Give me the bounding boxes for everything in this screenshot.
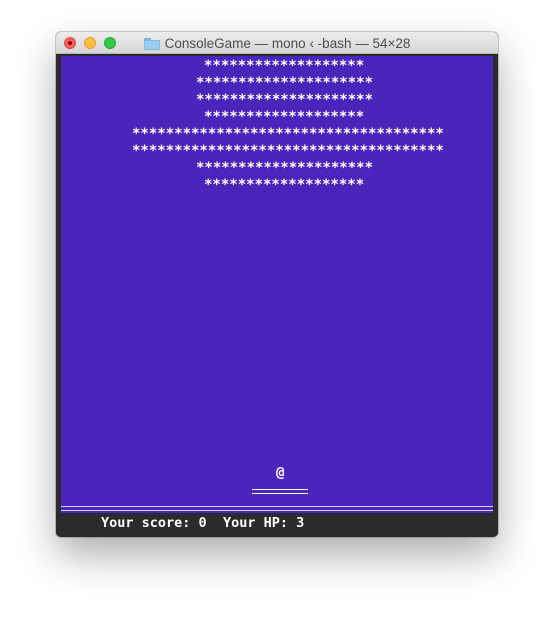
brick-row: ******************* bbox=[204, 109, 365, 125]
brick-row: ********************* bbox=[196, 92, 374, 108]
window-title: ConsoleGame — mono ‹ -bash — 54×28 bbox=[164, 35, 411, 51]
window-title-group: ConsoleGame — mono ‹ -bash — 54×28 bbox=[56, 32, 498, 54]
folder-icon bbox=[143, 37, 160, 50]
ball: @ bbox=[276, 465, 285, 481]
game-playfield: ******************* ********************… bbox=[61, 56, 493, 513]
score-label: Your score: bbox=[101, 515, 191, 531]
title-bar[interactable]: ConsoleGame — mono ‹ -bash — 54×28 bbox=[56, 32, 498, 54]
hp-value: 3 bbox=[296, 515, 305, 531]
floor-line bbox=[61, 506, 493, 511]
hp-label: Your HP: bbox=[222, 515, 288, 531]
terminal-content[interactable]: ******************* ********************… bbox=[56, 54, 498, 537]
brick-row: ************************************* bbox=[132, 126, 444, 142]
brick-row: ******************* bbox=[204, 58, 365, 74]
brick-row: ************************************* bbox=[132, 143, 444, 159]
brick-row: ********************* bbox=[196, 160, 374, 176]
brick-row: ******************* bbox=[204, 177, 365, 193]
score-value: 0 bbox=[198, 515, 207, 531]
brick-row: ********************* bbox=[196, 75, 374, 91]
status-bar: Your score: 0 Your HP: 3 bbox=[101, 515, 304, 531]
paddle bbox=[252, 489, 308, 494]
terminal-window: ConsoleGame — mono ‹ -bash — 54×28 *****… bbox=[56, 32, 498, 537]
